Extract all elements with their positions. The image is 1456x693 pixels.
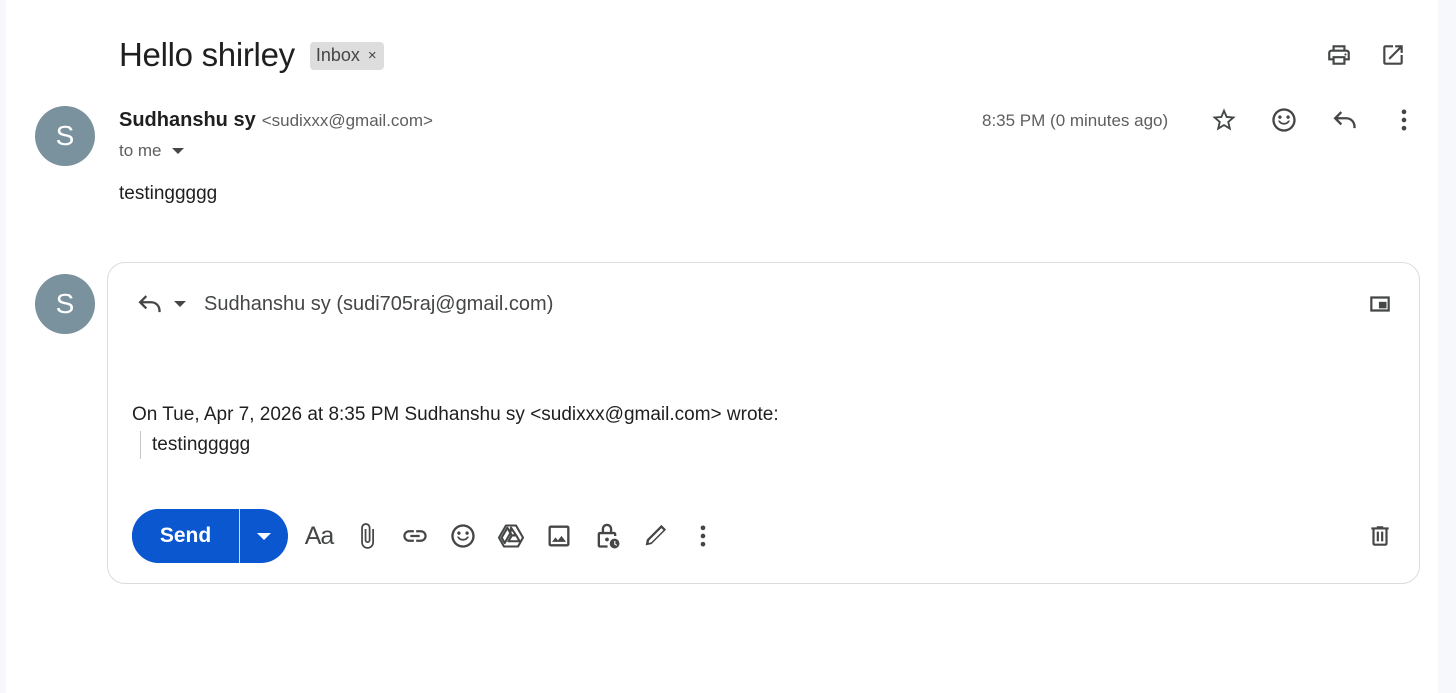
recipient-summary: to me [119, 141, 162, 160]
star-icon[interactable] [1209, 105, 1239, 135]
image-icon[interactable] [544, 521, 574, 551]
label-chip-text: Inbox [315, 45, 360, 65]
reply-type-dropdown-icon[interactable] [174, 301, 186, 307]
sender-line: Sudhanshu sy <sudixxx@gmail.com> [119, 109, 433, 132]
formatting-options-button[interactable]: Aa [304, 522, 335, 551]
chevron-down-icon [171, 148, 184, 154]
sender-name[interactable]: Sudhanshu sy [119, 109, 256, 132]
quote-header: On Tue, Apr 7, 2026 at 8:35 PM Sudhanshu… [132, 404, 779, 425]
reply-avatar: S [35, 274, 95, 334]
attach-icon[interactable] [352, 521, 382, 551]
reply-header: Sudhanshu sy (sudi705raj@gmail.com) [134, 289, 553, 319]
remove-label-icon[interactable]: × [368, 47, 377, 64]
reply-type-icon[interactable] [134, 289, 164, 319]
label-chip-inbox[interactable]: Inbox × [309, 42, 384, 70]
formatting-tools: Aa [304, 521, 718, 551]
message-actions [1209, 105, 1419, 135]
send-divider [239, 509, 240, 563]
open-new-window-icon[interactable] [1378, 40, 1408, 70]
reading-pane: Hello shirley Inbox × S Sudhanshu sy <su… [6, 0, 1438, 693]
subject-row: Hello shirley Inbox × [119, 36, 384, 74]
emoji-icon[interactable] [448, 521, 478, 551]
compose-toolbar: Send Aa [132, 509, 718, 563]
trash-icon[interactable] [1365, 521, 1395, 551]
emoji-icon[interactable] [1269, 105, 1299, 135]
link-icon[interactable] [400, 521, 430, 551]
email-subject: Hello shirley [119, 36, 295, 73]
more-vert-icon[interactable] [1389, 105, 1419, 135]
reply-recipients[interactable]: Sudhanshu sy (sudi705raj@gmail.com) [204, 293, 553, 316]
popout-icon[interactable] [1365, 289, 1395, 319]
drive-icon[interactable] [496, 521, 526, 551]
send-group: Send [132, 509, 288, 563]
confidential-icon[interactable] [592, 521, 622, 551]
quoted-text: testinggggg [140, 431, 250, 459]
signature-icon[interactable] [640, 521, 670, 551]
thread-actions [1324, 40, 1408, 70]
sender-email: <sudixxx@gmail.com> [261, 111, 433, 130]
send-options-button[interactable] [240, 509, 288, 563]
reply-icon[interactable] [1329, 105, 1359, 135]
sender-avatar[interactable]: S [35, 106, 95, 166]
print-icon[interactable] [1324, 40, 1354, 70]
message-body: testinggggg [119, 183, 218, 204]
message-timestamp: 8:35 PM (0 minutes ago) [982, 111, 1169, 130]
more-options-icon[interactable] [688, 521, 718, 551]
recipient-details-toggle[interactable]: to me [119, 141, 184, 161]
chevron-down-icon [257, 532, 271, 540]
send-button[interactable]: Send [132, 509, 239, 563]
reply-compose: Sudhanshu sy (sudi705raj@gmail.com) On T… [107, 262, 1420, 584]
